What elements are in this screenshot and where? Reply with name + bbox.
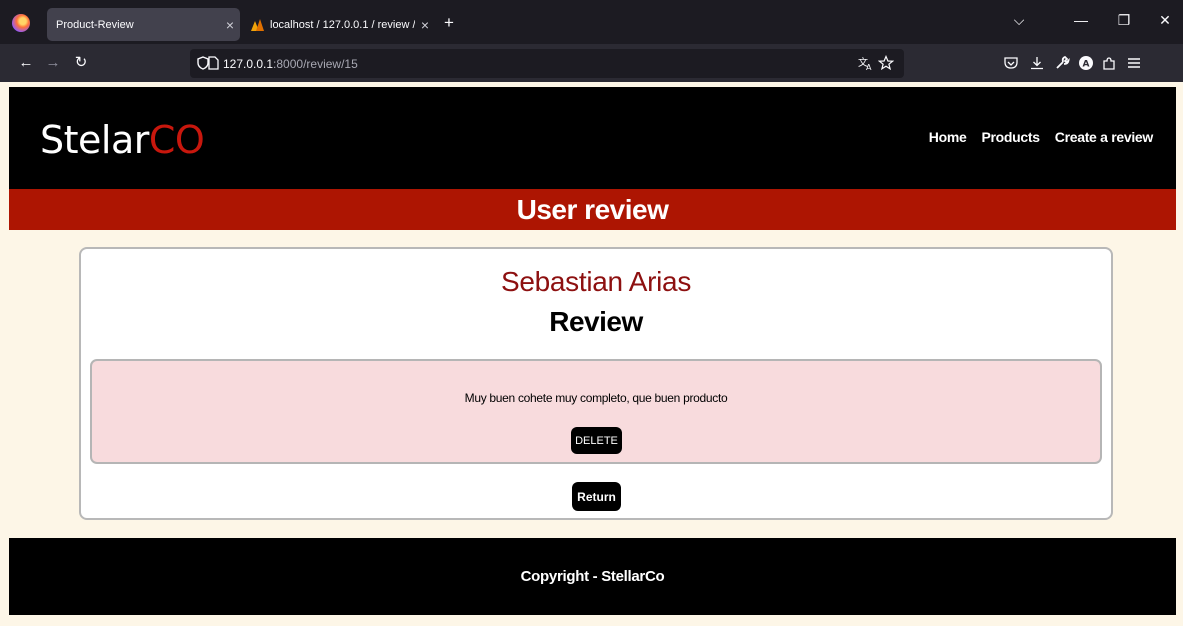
minimize-icon[interactable]: — (1070, 12, 1092, 28)
phpmyadmin-icon (251, 18, 264, 31)
review-heading: Review (549, 306, 643, 337)
svg-text:A: A (866, 63, 872, 71)
tab-phpmyadmin[interactable]: localhost / 127.0.0.1 / review / r × (243, 8, 435, 41)
menu-icon[interactable] (1126, 55, 1142, 71)
nav-link-home[interactable]: Home (929, 129, 967, 145)
url-text[interactable]: 127.0.0.1:8000/review/15 (223, 57, 358, 71)
list-all-tabs-icon[interactable]: ⌵ (1008, 12, 1030, 29)
tab-title: localhost / 127.0.0.1 / review / r (270, 18, 415, 31)
site-logo[interactable]: StelarCO (40, 118, 205, 162)
url-path: :8000/review/15 (273, 57, 358, 71)
nav-link-products[interactable]: Products (981, 129, 1040, 145)
logo-text: Stelar (40, 118, 149, 162)
account-icon[interactable]: A (1078, 55, 1094, 71)
page-title: User review (516, 193, 669, 225)
delete-button[interactable]: DELETE (571, 427, 622, 454)
logo-accent-text: CO (148, 118, 205, 162)
review-author: Sebastian Arias (500, 266, 692, 297)
tab-product-review[interactable]: Product-Review × (47, 8, 240, 41)
firefox-icon[interactable] (12, 14, 30, 32)
return-button[interactable]: Return (572, 482, 621, 511)
new-tab-button[interactable]: + (444, 14, 454, 31)
page-banner: User review (9, 189, 1176, 230)
forward-icon[interactable]: → (42, 54, 64, 71)
restore-icon[interactable]: ❐ (1113, 12, 1135, 29)
translate-icon[interactable]: 文 A (858, 55, 874, 71)
reload-icon[interactable]: ↻ (70, 54, 92, 71)
close-tab-icon[interactable]: × (220, 17, 240, 33)
review-text: Muy buen cohete muy completo, que buen p… (464, 391, 728, 405)
page-icon (208, 56, 219, 70)
star-icon[interactable] (878, 55, 894, 71)
nav-link-create-review[interactable]: Create a review (1055, 129, 1154, 145)
copyright-text: Copyright - StellarCo (520, 568, 665, 585)
pocket-icon[interactable] (1003, 55, 1019, 71)
site-nav: Home Products Create a review (929, 129, 1154, 145)
url-host: 127.0.0.1 (223, 57, 274, 71)
extensions-icon[interactable] (1101, 55, 1117, 71)
site-footer: Copyright - StellarCo (9, 538, 1176, 615)
wrench-icon[interactable] (1054, 55, 1070, 71)
close-tab-icon[interactable]: × (415, 17, 435, 33)
download-icon[interactable] (1029, 55, 1045, 71)
back-icon[interactable]: ← (15, 54, 37, 71)
tab-title: Product-Review (56, 18, 134, 31)
svg-text:A: A (1083, 60, 1090, 70)
close-window-icon[interactable]: ✕ (1154, 12, 1176, 29)
